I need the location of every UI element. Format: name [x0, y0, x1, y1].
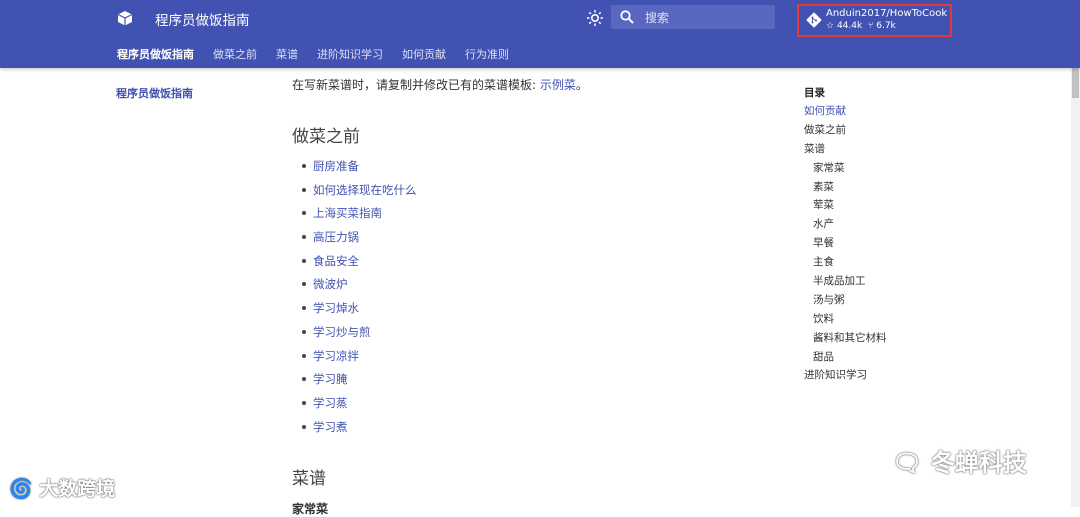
link-steam[interactable]: 学习蒸: [313, 396, 348, 410]
list-item: 高压力锅: [292, 230, 417, 254]
site-title[interactable]: 程序员做饭指南: [155, 9, 250, 29]
link-pressure-cooker[interactable]: 高压力锅: [313, 230, 359, 244]
subsection-home-cooking-title: 家常菜: [292, 502, 329, 516]
tab-contribute[interactable]: 如何贡献: [402, 46, 446, 62]
link-microwave[interactable]: 微波炉: [313, 277, 348, 291]
repo-name: Anduin2017/HowToCook: [826, 8, 948, 19]
watermark-left: 🌀 大数跨境: [9, 474, 115, 501]
table-of-contents: 目录 如何贡献 做菜之前 菜谱 家常菜 素菜 荤菜 水产 早餐 主食 半成品加工…: [804, 85, 887, 386]
link-kitchen-prep[interactable]: 厨房准备: [313, 159, 359, 173]
tab-recipes[interactable]: 菜谱: [276, 46, 298, 62]
repo-stats: ☆ 44.4k ⑂ 6.7k: [826, 21, 896, 31]
watermark-right: 🗨 冬蝉科技: [892, 443, 1027, 478]
toc-item-recipes[interactable]: 菜谱: [804, 141, 887, 160]
intro-paragraph: 在写新菜谱时，请复制并修改已有的菜谱模板: 示例菜。: [292, 76, 588, 93]
toc-title: 目录: [804, 87, 825, 99]
toc-item-desserts[interactable]: 甜品: [804, 349, 887, 368]
fork-icon: ⑂: [867, 21, 874, 31]
star-icon: ☆: [826, 21, 835, 31]
toc-item-before-cooking[interactable]: 做菜之前: [804, 122, 887, 141]
toc-item-home-dishes[interactable]: 家常菜: [804, 160, 887, 179]
link-marinate[interactable]: 学习腌: [313, 372, 348, 386]
git-icon: [806, 12, 822, 28]
list-item: 学习凉拌: [292, 349, 417, 373]
tab-before-cooking[interactable]: 做菜之前: [213, 46, 257, 62]
intro-text: 在写新菜谱时，请复制并修改已有的菜谱模板:: [292, 78, 540, 92]
toc-item-seafood[interactable]: 水产: [804, 216, 887, 235]
link-choose-food[interactable]: 如何选择现在吃什么: [313, 183, 417, 197]
toc-item-meat[interactable]: 荤菜: [804, 197, 887, 216]
toc-item-soup[interactable]: 汤与粥: [804, 292, 887, 311]
watermark-right-text: 冬蝉科技: [930, 449, 1027, 477]
toc-item-semi-finished[interactable]: 半成品加工: [804, 273, 887, 292]
top-header: 程序员做饭指南 Anduin2017/HowToCook ☆ 44.4k: [0, 0, 1080, 68]
toc-item-contribute[interactable]: 如何贡献: [804, 103, 887, 122]
link-boil[interactable]: 学习煮: [313, 420, 348, 434]
search-input[interactable]: [643, 8, 772, 28]
toc-item-vegetarian[interactable]: 素菜: [804, 179, 887, 198]
star-count: 44.4k: [836, 21, 863, 31]
watermark-logo-icon: 🌀: [9, 478, 33, 500]
link-stir-fry[interactable]: 学习炒与煎: [313, 325, 371, 339]
sidebar-item-home[interactable]: 程序员做饭指南: [116, 85, 193, 101]
list-item: 食品安全: [292, 254, 417, 278]
brightness-icon[interactable]: [586, 9, 604, 27]
section-before-cooking-title: 做菜之前: [292, 127, 360, 147]
link-blanching[interactable]: 学习焯水: [313, 301, 359, 315]
list-item: 学习煮: [292, 420, 417, 444]
before-cooking-list: 厨房准备 如何选择现在吃什么 上海买菜指南 高压力锅 食品安全 微波炉 学习焯水…: [292, 159, 417, 443]
list-item: 学习蒸: [292, 396, 417, 420]
link-food-safety[interactable]: 食品安全: [313, 254, 359, 268]
logo-icon: [117, 11, 133, 26]
link-shanghai-grocery[interactable]: 上海买菜指南: [313, 206, 382, 220]
list-item: 微波炉: [292, 277, 417, 301]
search-box[interactable]: [611, 5, 775, 29]
list-item: 如何选择现在吃什么: [292, 183, 417, 207]
tab-home[interactable]: 程序员做饭指南: [117, 46, 194, 62]
list-item: 学习炒与煎: [292, 325, 417, 349]
section-recipes-title: 菜谱: [292, 469, 326, 489]
nav-tabs: 程序员做饭指南 做菜之前 菜谱 进阶知识学习 如何贡献 行为准则: [117, 46, 528, 62]
watermark-left-text: 大数跨境: [39, 478, 116, 500]
repo-link[interactable]: Anduin2017/HowToCook ☆ 44.4k ⑂ 6.7k: [797, 4, 952, 37]
toc-item-breakfast[interactable]: 早餐: [804, 235, 887, 254]
wechat-icon: 🗨: [892, 449, 923, 477]
example-recipe-link[interactable]: 示例菜: [540, 78, 576, 92]
toc-item-staple[interactable]: 主食: [804, 254, 887, 273]
search-icon: [620, 10, 634, 24]
tab-code-of-conduct[interactable]: 行为准则: [465, 46, 509, 62]
toc-item-drinks[interactable]: 饮料: [804, 311, 887, 330]
toc-item-advanced[interactable]: 进阶知识学习: [804, 367, 887, 386]
list-item: 上海买菜指南: [292, 206, 417, 230]
fork-count: 6.7k: [876, 21, 896, 31]
intro-end: 。: [575, 78, 588, 92]
list-item: 厨房准备: [292, 159, 417, 183]
toc-item-sauces[interactable]: 酱料和其它材料: [804, 330, 887, 349]
link-cold-mix[interactable]: 学习凉拌: [313, 349, 359, 363]
list-item: 学习腌: [292, 372, 417, 396]
tab-advanced[interactable]: 进阶知识学习: [317, 46, 383, 62]
list-item: 学习焯水: [292, 301, 417, 325]
